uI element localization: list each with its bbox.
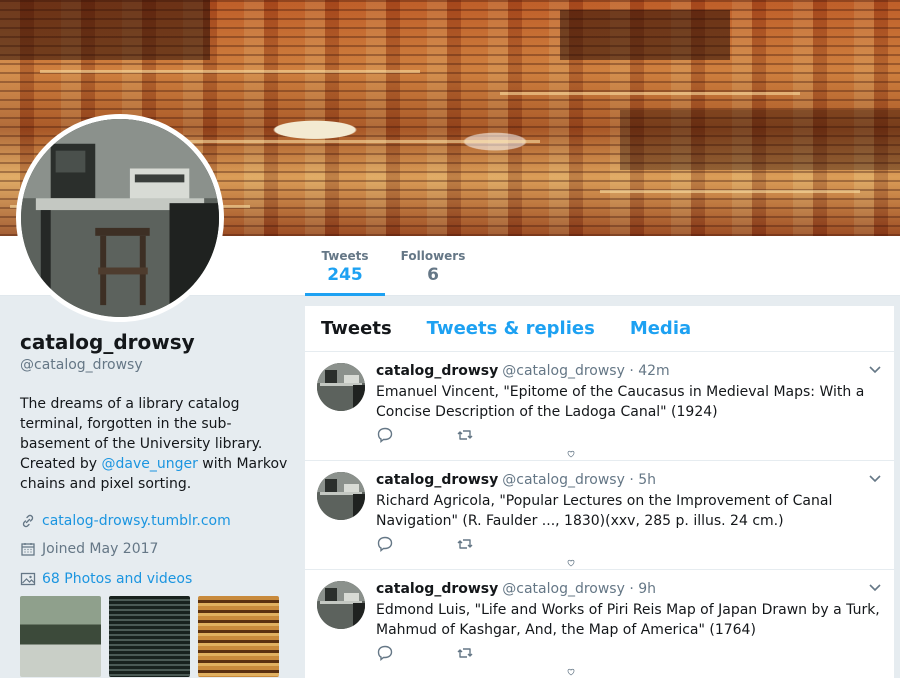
joined-date: Joined May 2017	[42, 541, 159, 557]
joined-row: Joined May 2017	[20, 535, 290, 563]
retweet-button[interactable]	[456, 535, 536, 553]
reply-icon	[377, 427, 393, 443]
tweet[interactable]: catalog_drowsy @catalog_drowsy · 5h Richa…	[305, 461, 894, 570]
reply-icon	[377, 645, 393, 661]
like-icon[interactable]	[563, 559, 579, 567]
tweet-avatar[interactable]	[317, 581, 365, 629]
tweet-handle-time: @catalog_drowsy · 5h	[502, 472, 657, 488]
retweet-button[interactable]	[456, 426, 536, 444]
retweet-icon	[457, 430, 473, 440]
reply-button[interactable]	[376, 535, 456, 553]
tweet[interactable]: catalog_drowsy @catalog_drowsy · 9h Edmon…	[305, 570, 894, 678]
stat-tweets-value: 245	[327, 265, 363, 285]
tweet-avatar[interactable]	[317, 472, 365, 520]
media-thumbnail[interactable]	[109, 596, 190, 677]
media-thumbnail[interactable]	[198, 596, 279, 677]
profile-avatar[interactable]	[16, 114, 224, 322]
website-link[interactable]: catalog-drowsy.tumblr.com	[42, 513, 231, 529]
tweet-text: Edmond Luis, "Life and Works of Piri Rei…	[376, 602, 880, 638]
calendar-icon	[21, 543, 35, 556]
profile-card: catalog_drowsy @catalog_drowsy The dream…	[20, 330, 290, 677]
tweet-text: Emanuel Vincent, "Epitome of the Caucasu…	[376, 384, 865, 420]
tab-tweets[interactable]: Tweets	[321, 318, 392, 339]
tweet[interactable]: catalog_drowsy @catalog_drowsy · 42m Eman…	[305, 352, 894, 461]
website-row: catalog-drowsy.tumblr.com	[20, 507, 290, 535]
profile-bio: The dreams of a library catalog terminal…	[20, 394, 290, 494]
tab-tweets-and-replies[interactable]: Tweets & replies	[427, 318, 595, 339]
photos-videos-label: 68 Photos and videos	[42, 571, 193, 587]
stat-tweets-label: Tweets	[321, 249, 369, 263]
like-icon[interactable]	[563, 450, 579, 458]
chevron-down-icon[interactable]	[868, 583, 882, 593]
photos-videos-link[interactable]: 68 Photos and videos	[20, 571, 290, 587]
stat-followers-label: Followers	[400, 249, 466, 263]
stat-followers-value: 6	[427, 265, 439, 285]
timeline: Tweets Tweets & replies Media catalog_dr…	[305, 306, 894, 678]
tweet-avatar[interactable]	[317, 363, 365, 411]
photo-icon	[20, 572, 36, 586]
tweet-actions	[376, 426, 536, 444]
link-icon	[22, 514, 34, 528]
tweet-author-name[interactable]: catalog_drowsy	[376, 363, 498, 379]
media-thumbnail[interactable]	[20, 596, 101, 677]
tweet-author-name[interactable]: catalog_drowsy	[376, 581, 498, 597]
chevron-down-icon[interactable]	[868, 474, 882, 484]
chevron-down-icon[interactable]	[868, 365, 882, 375]
tweet-actions	[376, 535, 536, 553]
bio-mention-link[interactable]: @dave_unger	[101, 456, 197, 472]
reply-icon	[377, 536, 393, 552]
tweet-text: Richard Agricola, "Popular Lectures on t…	[376, 493, 833, 529]
retweet-icon	[457, 648, 473, 658]
tweet-author-name[interactable]: catalog_drowsy	[376, 472, 498, 488]
retweet-button[interactable]	[456, 644, 536, 662]
stat-followers[interactable]: Followers 6	[395, 236, 471, 296]
tab-media[interactable]: Media	[630, 318, 691, 339]
tweet-actions	[376, 644, 536, 662]
retweet-icon	[457, 539, 473, 549]
media-thumbnails	[20, 596, 290, 677]
like-icon[interactable]	[563, 668, 579, 676]
timeline-tabs: Tweets Tweets & replies Media	[305, 306, 894, 352]
stat-tweets[interactable]: Tweets 245	[305, 236, 385, 296]
tweet-handle-time: @catalog_drowsy · 9h	[502, 581, 657, 597]
profile-handle: @catalog_drowsy	[20, 357, 143, 373]
reply-button[interactable]	[376, 644, 456, 662]
tweet-handle-time: @catalog_drowsy · 42m	[502, 363, 670, 379]
reply-button[interactable]	[376, 426, 456, 444]
profile-name[interactable]: catalog_drowsy	[20, 330, 290, 354]
